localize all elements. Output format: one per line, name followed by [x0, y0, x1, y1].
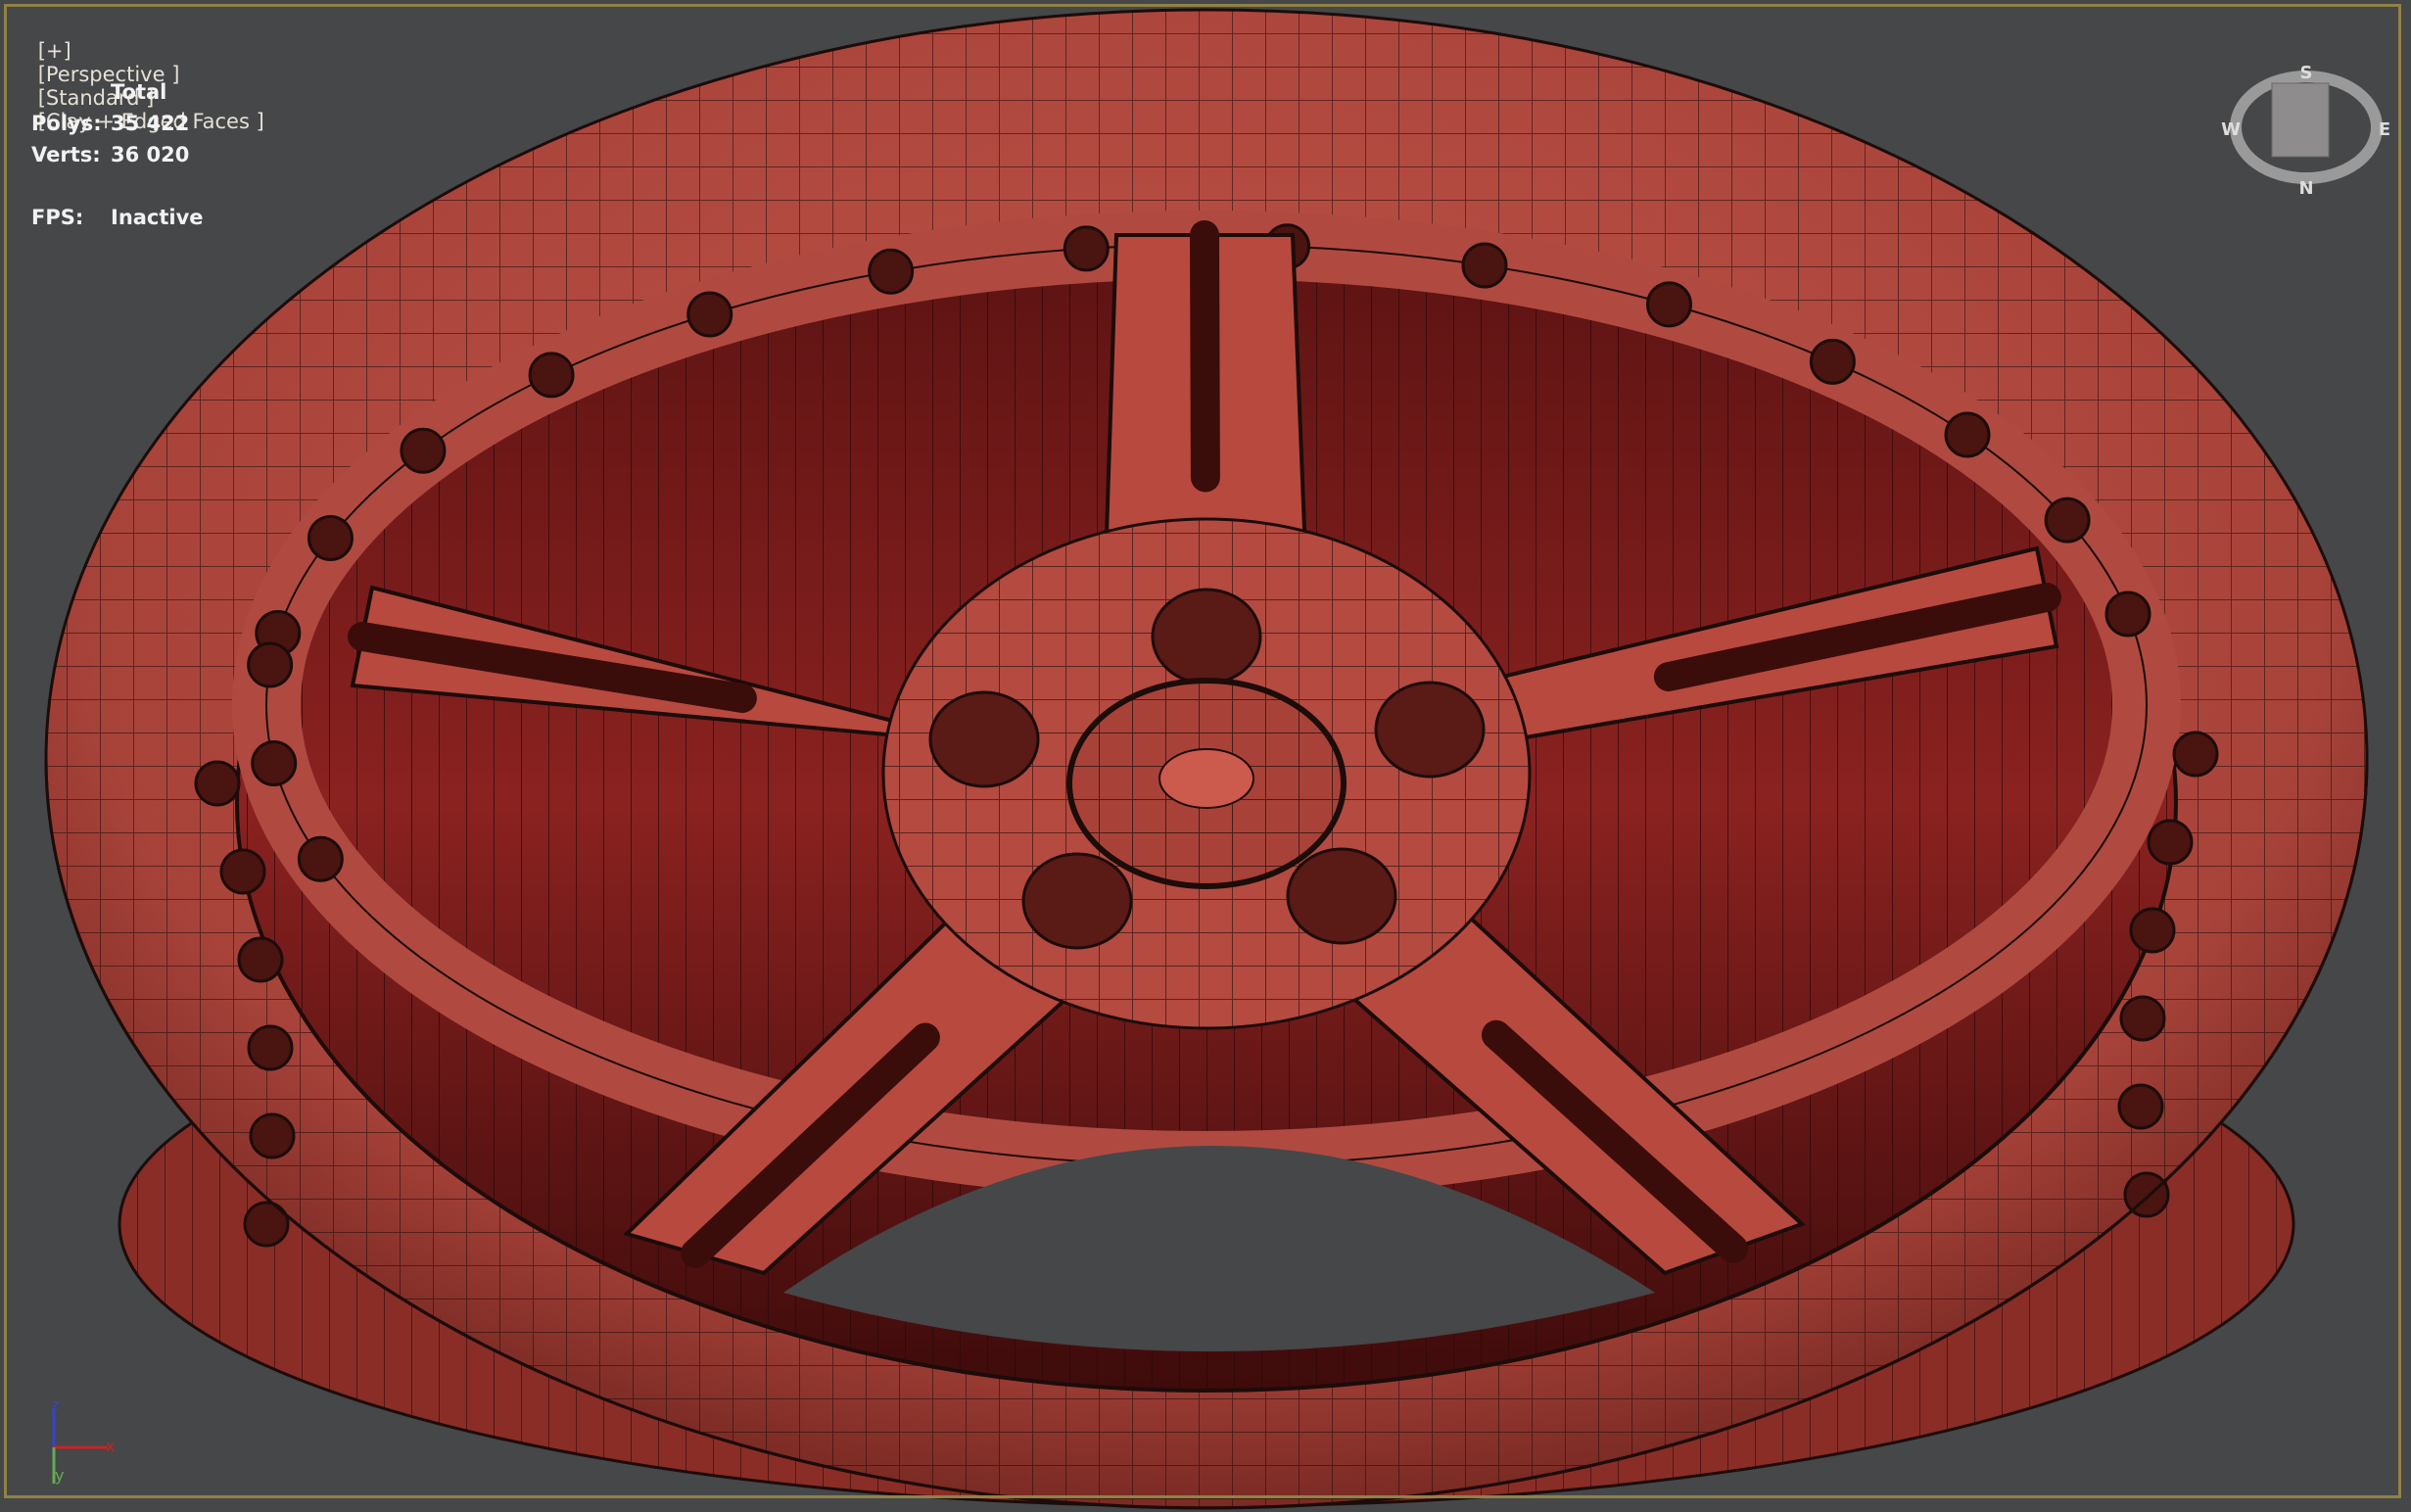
lug-hole: [1374, 681, 1486, 779]
verts-value: 36 020: [111, 143, 190, 166]
spoke-groove: [1190, 220, 1220, 493]
fps-label: FPS:: [31, 206, 84, 229]
polys-value: 35 422: [111, 112, 190, 135]
bolt: [243, 1201, 290, 1248]
fps-value: Inactive: [111, 206, 204, 229]
statistics-overlay: Total Polys: 35 422 Verts: 36 020 FPS: Inac…: [31, 76, 204, 233]
bolt: [1461, 242, 1508, 289]
axis-y-label: y: [55, 1466, 64, 1485]
bolt: [2044, 496, 2091, 543]
bolt: [686, 291, 733, 338]
bolt: [219, 848, 266, 895]
lug-hole: [1021, 852, 1133, 950]
verts-label: Verts:: [31, 143, 101, 166]
bolt: [528, 352, 575, 399]
bolt: [1809, 338, 1856, 385]
bolt: [307, 514, 354, 561]
compass-s[interactable]: S: [2300, 63, 2313, 83]
bolt: [247, 1024, 294, 1071]
bolt: [251, 739, 298, 786]
axis-x-label: x: [106, 1437, 115, 1455]
bolt: [247, 641, 294, 688]
compass-e[interactable]: E: [2379, 119, 2390, 140]
viewport-menu-plus[interactable]: [+]: [38, 39, 71, 63]
viewcube-face[interactable]: [2271, 82, 2330, 158]
lug-hole: [1151, 588, 1262, 685]
bolt: [2119, 995, 2166, 1042]
bolt: [868, 248, 915, 295]
bolt: [400, 427, 447, 474]
lug-hole: [928, 690, 1040, 788]
compass-n[interactable]: N: [2298, 178, 2313, 196]
polys-label: Polys:: [31, 112, 102, 135]
bolt: [297, 835, 344, 882]
bolt: [2172, 731, 2219, 778]
bolt: [194, 760, 241, 807]
stats-header: Total: [111, 80, 167, 104]
bolt: [237, 936, 284, 983]
bolt: [249, 1112, 296, 1159]
wheel-model[interactable]: [0, 0, 2411, 1512]
perspective-viewport[interactable]: [+] [Perspective ] [Standard ] [Clay + E…: [0, 0, 2411, 1512]
axis-z-label: z: [51, 1400, 59, 1414]
compass-w[interactable]: W: [2221, 119, 2241, 140]
bolt: [2117, 1083, 2164, 1130]
bolt: [2147, 819, 2194, 866]
bolt: [2129, 907, 2176, 954]
bolt: [1063, 225, 1110, 272]
bolt: [1944, 411, 1991, 458]
bolt: [1645, 281, 1692, 328]
lug-hole: [1286, 847, 1397, 945]
bolt: [2104, 591, 2151, 638]
axis-tripod: z x y: [51, 1400, 115, 1485]
viewcube[interactable]: S N W E: [2213, 59, 2399, 196]
